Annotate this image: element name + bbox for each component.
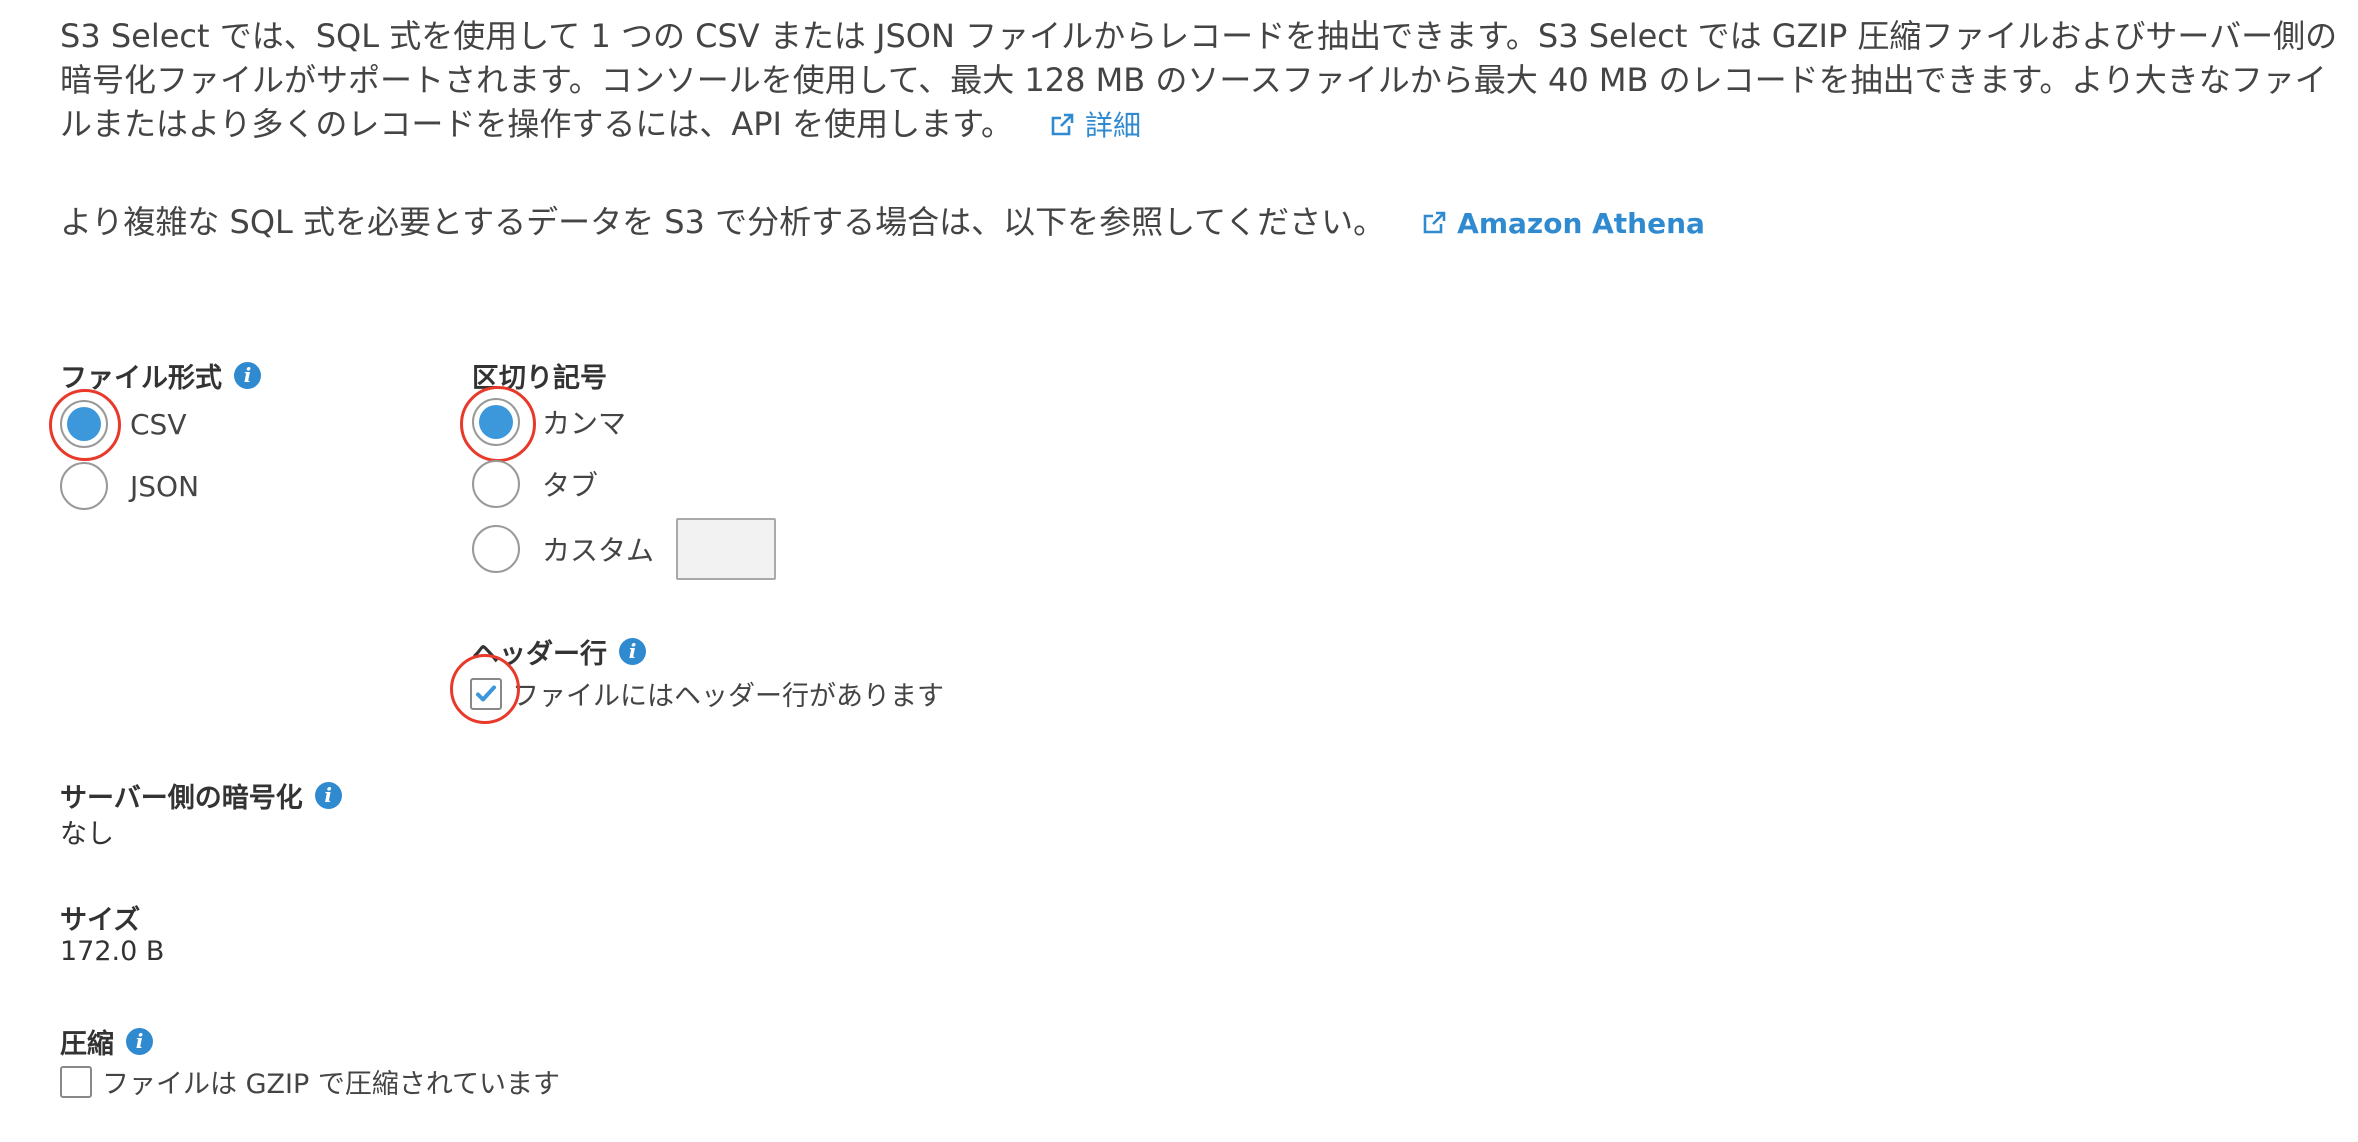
size-label: サイズ [60, 898, 140, 937]
csv-radio-label: CSV [130, 407, 187, 441]
header-row-label-text: ヘッダー行 [472, 639, 607, 670]
gzip-checkbox-label: ファイルは GZIP で圧縮されています [102, 1069, 561, 1100]
info-icon[interactable]: i [126, 1028, 153, 1055]
custom-delimiter-input[interactable] [676, 518, 777, 580]
server-side-encryption-label-text: サーバー側の暗号化 [60, 783, 303, 814]
gzip-checkbox[interactable] [60, 1065, 92, 1098]
delimiter-label: 区切り記号 [472, 356, 607, 395]
comma-radio-label: カンマ [542, 407, 627, 440]
header-row-label: ヘッダー行 i [472, 632, 646, 671]
comma-radio[interactable] [472, 398, 520, 446]
custom-radio-label: カスタム [542, 534, 655, 567]
size-value: 172.0 B [60, 936, 165, 967]
delimiter-option-comma[interactable]: カンマ [472, 398, 626, 446]
header-row-checkbox-label: ファイルにはヘッダー行があります [512, 681, 944, 712]
intro-text: S3 Select では、SQL 式を使用して 1 つの CSV または JSO… [60, 14, 2340, 246]
tab-radio[interactable] [472, 460, 520, 508]
file-format-option-csv[interactable]: CSV [60, 400, 186, 448]
external-link-icon [1423, 211, 1446, 234]
header-row-option[interactable]: ファイルにはヘッダー行があります [470, 674, 944, 713]
custom-radio[interactable] [472, 525, 520, 573]
delimiter-label-text: 区切り記号 [472, 363, 607, 394]
csv-radio[interactable] [60, 400, 108, 448]
compression-label: 圧縮 i [60, 1022, 153, 1061]
info-icon[interactable]: i [234, 362, 261, 389]
tab-radio-label: タブ [542, 469, 599, 502]
delimiter-option-tab[interactable]: タブ [472, 460, 598, 508]
details-link[interactable]: 詳細 [1049, 109, 1141, 142]
file-format-option-json[interactable]: JSON [60, 462, 199, 510]
header-row-checkbox[interactable] [470, 677, 502, 710]
s3-select-settings: S3 Select では、SQL 式を使用して 1 つの CSV または JSO… [0, 0, 2358, 1142]
json-radio-label: JSON [130, 469, 200, 503]
amazon-athena-link[interactable]: Amazon Athena [1421, 207, 1705, 240]
info-icon[interactable]: i [619, 638, 646, 665]
file-format-label: ファイル形式 i [60, 356, 261, 395]
server-side-encryption-value: なし [60, 819, 114, 850]
compression-label-text: 圧縮 [60, 1029, 114, 1060]
file-format-label-text: ファイル形式 [60, 363, 222, 394]
amazon-athena-link-label: Amazon Athena [1457, 207, 1705, 240]
checkmark-icon [476, 685, 496, 701]
size-label-text: サイズ [60, 905, 141, 936]
delimiter-option-custom[interactable]: カスタム [472, 518, 777, 580]
server-side-encryption-label: サーバー側の暗号化 i [60, 776, 342, 815]
compression-option[interactable]: ファイルは GZIP で圧縮されています [60, 1062, 560, 1101]
intro-paragraph-1: S3 Select では、SQL 式を使用して 1 つの CSV または JSO… [60, 14, 2340, 148]
details-link-label: 詳細 [1084, 109, 1141, 142]
intro-paragraph-2: より複雑な SQL 式を必要とするデータを S3 で分析する場合は、以下を参照し… [60, 200, 2340, 246]
intro-paragraph-2-text: より複雑な SQL 式を必要とするデータを S3 で分析する場合は、以下を参照し… [60, 203, 1386, 241]
external-link-icon [1051, 113, 1074, 136]
info-icon[interactable]: i [314, 782, 342, 809]
json-radio[interactable] [60, 462, 108, 510]
intro-paragraph-1-text: S3 Select では、SQL 式を使用して 1 つの CSV または JSO… [60, 17, 2338, 143]
